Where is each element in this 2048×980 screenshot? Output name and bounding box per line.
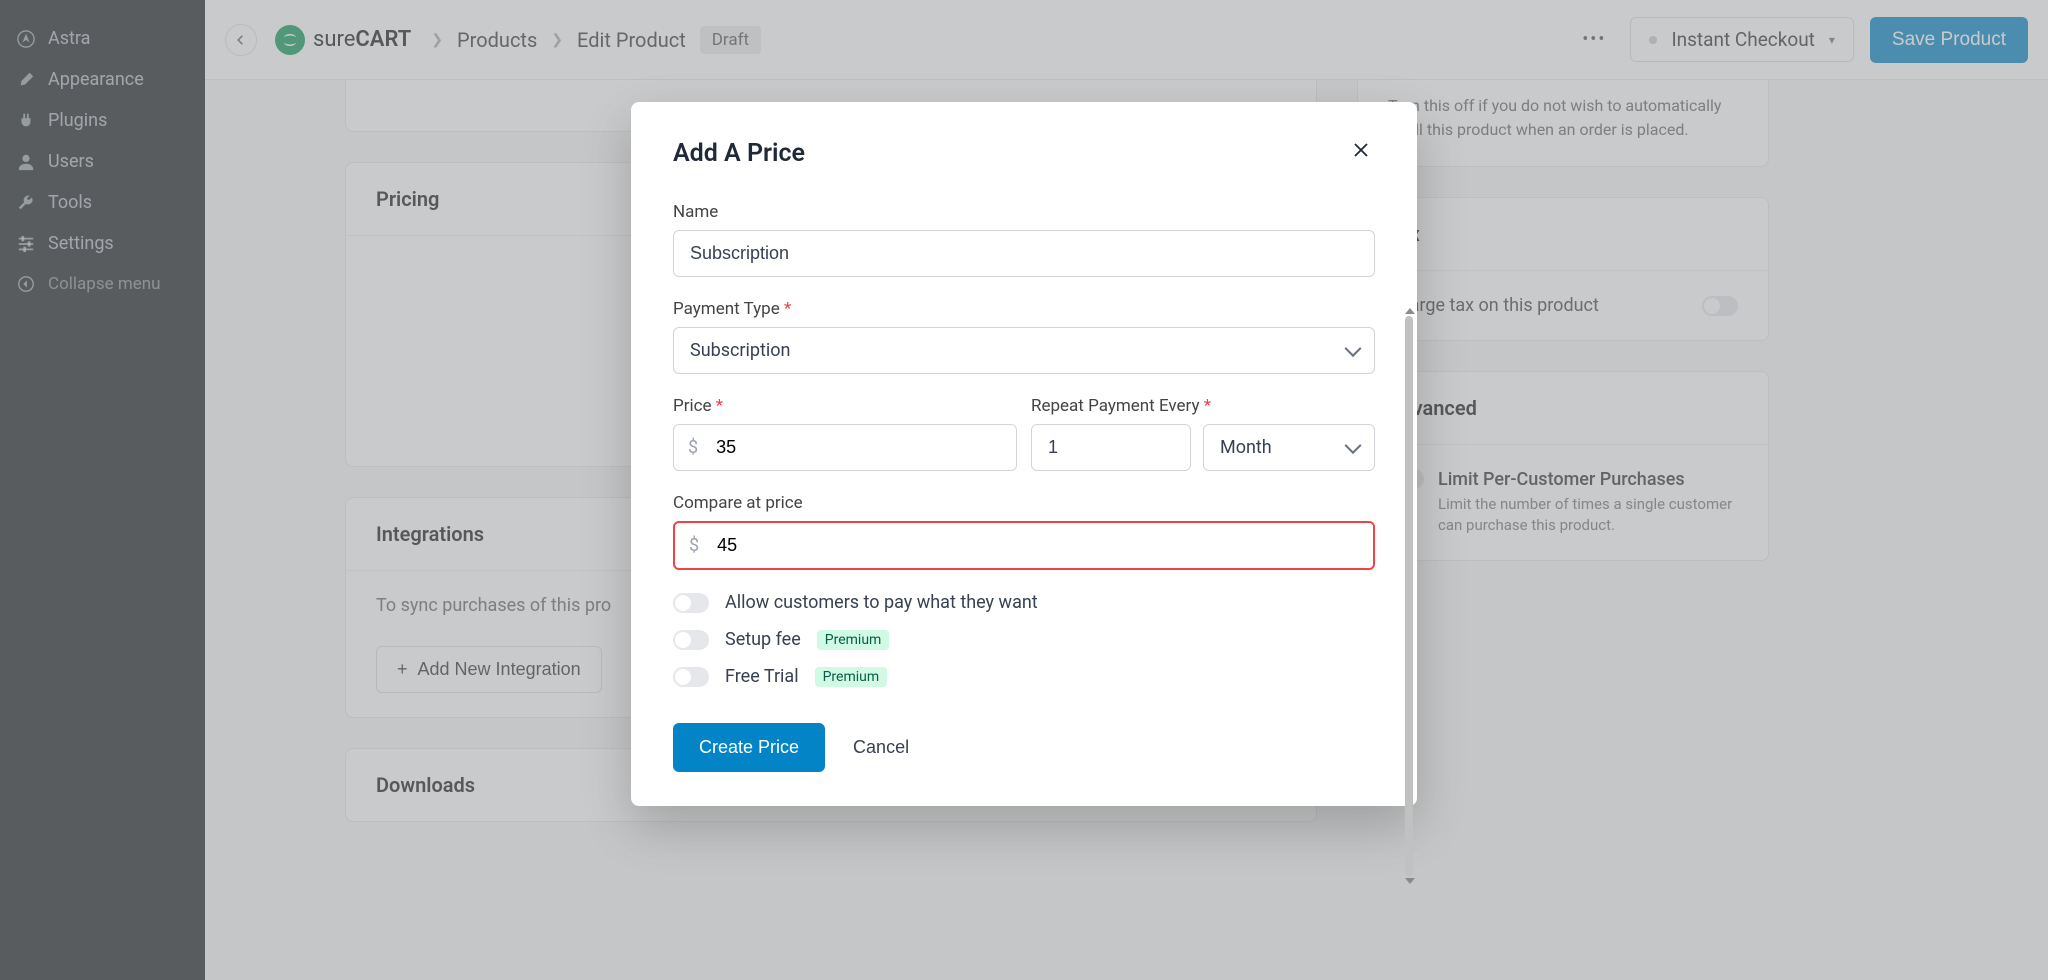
free-trial-toggle[interactable] <box>673 667 709 687</box>
payment-type-label: Payment Type * <box>673 299 1375 319</box>
repeat-label: Repeat Payment Every * <box>1031 396 1375 416</box>
price-input-wrap: $ <box>673 424 1017 471</box>
create-price-button[interactable]: Create Price <box>673 723 825 772</box>
compare-price-input[interactable] <box>713 523 1373 568</box>
repeat-interval-input[interactable] <box>1031 424 1191 471</box>
modal-body: Name Payment Type * Subscription Price *… <box>631 190 1417 715</box>
premium-badge: Premium <box>817 630 890 650</box>
premium-badge: Premium <box>815 667 888 687</box>
currency-symbol: $ <box>675 535 713 556</box>
scroll-up-icon <box>1405 308 1415 314</box>
price-label: Price * <box>673 396 1017 416</box>
setup-fee-label: Setup fee <box>725 629 801 650</box>
free-trial-label: Free Trial <box>725 666 799 687</box>
modal-overlay[interactable]: Add A Price Name Payment Type * Subscrip… <box>0 0 2048 980</box>
modal-title: Add A Price <box>673 139 805 168</box>
compare-price-input-wrap: $ <box>673 521 1375 570</box>
modal-scrollbar[interactable] <box>1405 308 1413 888</box>
price-input[interactable] <box>712 425 1016 470</box>
scroll-down-icon <box>1405 878 1415 884</box>
setup-fee-toggle[interactable] <box>673 630 709 650</box>
pay-what-you-want-label: Allow customers to pay what they want <box>725 592 1038 613</box>
currency-symbol: $ <box>674 437 712 458</box>
name-label: Name <box>673 202 1375 222</box>
add-price-modal: Add A Price Name Payment Type * Subscrip… <box>631 102 1417 806</box>
repeat-unit-select[interactable]: Month <box>1203 424 1375 471</box>
scroll-thumb[interactable] <box>1405 316 1413 876</box>
pay-what-you-want-toggle[interactable] <box>673 593 709 613</box>
name-input[interactable] <box>673 230 1375 277</box>
payment-type-select[interactable]: Subscription <box>673 327 1375 374</box>
cancel-button[interactable]: Cancel <box>853 737 909 758</box>
compare-label: Compare at price <box>673 493 1375 513</box>
modal-close-button[interactable] <box>1347 136 1375 170</box>
